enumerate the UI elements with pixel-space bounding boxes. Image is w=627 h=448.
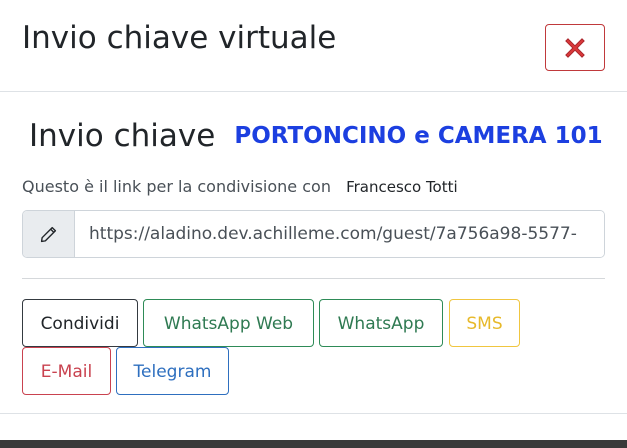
sms-button[interactable]: SMS <box>449 299 520 347</box>
key-heading-title: Invio chiave <box>29 118 216 154</box>
share-link-input[interactable] <box>75 211 604 257</box>
modal-header: Invio chiave virtuale <box>0 0 627 92</box>
share-link-group <box>22 210 605 258</box>
whatsapp-button[interactable]: WhatsApp <box>319 299 443 347</box>
edit-link-button[interactable] <box>23 211 75 257</box>
pencil-icon <box>40 226 57 243</box>
telegram-button[interactable]: Telegram <box>116 347 229 395</box>
modal-title: Invio chiave virtuale <box>22 20 337 56</box>
share-key-modal: Invio chiave virtuale Invio chiave PORTO… <box>0 0 627 448</box>
background-page-strip <box>0 440 627 448</box>
close-x-icon <box>565 38 585 58</box>
key-location-label: PORTONCINO e CAMERA 101 <box>234 123 603 149</box>
divider <box>22 278 605 279</box>
share-button[interactable]: Condividi <box>22 299 138 347</box>
share-description: Questo è il link per la condivisione con… <box>22 177 458 196</box>
whatsapp-web-button[interactable]: WhatsApp Web <box>143 299 314 347</box>
share-description-text: Questo è il link per la condivisione con <box>22 177 331 196</box>
close-button[interactable] <box>545 24 605 71</box>
key-heading: Invio chiave PORTONCINO e CAMERA 101 <box>29 118 603 154</box>
modal-footer-divider <box>0 413 627 414</box>
recipient-name: Francesco Totti <box>346 178 458 196</box>
email-button[interactable]: E-Mail <box>22 347 111 395</box>
